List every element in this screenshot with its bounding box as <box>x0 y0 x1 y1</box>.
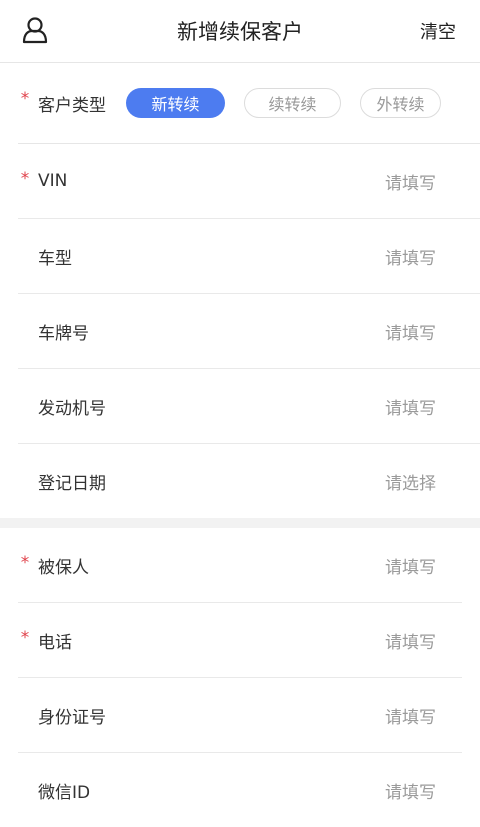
form-row-plate[interactable]: 车牌号 请填写 <box>18 294 480 369</box>
form-row-wechat[interactable]: 微信ID 请填写 <box>18 753 462 827</box>
user-icon[interactable] <box>22 16 48 44</box>
form-row-engine[interactable]: 发动机号 请填写 <box>18 369 480 444</box>
customer-type-row: * 客户类型 新转续 续转续 外转续 <box>0 62 480 143</box>
form-row-phone[interactable]: * 电话 请填写 <box>18 603 462 678</box>
customer-type-label: 客户类型 <box>38 95 106 116</box>
form-row-id-number[interactable]: 身份证号 请填写 <box>18 678 462 753</box>
required-mark: * <box>20 628 30 648</box>
form-row-register-date[interactable]: 登记日期 请选择 <box>18 444 480 518</box>
engine-input[interactable]: 请填写 <box>385 394 436 419</box>
model-input[interactable]: 请填写 <box>385 244 436 269</box>
insured-section: * 被保人 请填写 * 电话 请填写 身份证号 请填写 微信ID 请填写 <box>0 528 480 827</box>
insured-input[interactable]: 请填写 <box>385 553 436 578</box>
wechat-input[interactable]: 请填写 <box>385 778 436 803</box>
vin-input[interactable]: 请填写 <box>385 169 436 194</box>
field-label: 电话 <box>38 632 72 653</box>
register-date-picker[interactable]: 请选择 <box>385 469 436 494</box>
form-row-model[interactable]: 车型 请填写 <box>18 219 480 294</box>
field-label: 车牌号 <box>38 323 89 344</box>
field-label: 发动机号 <box>38 398 106 419</box>
required-mark: * <box>20 169 30 189</box>
field-label: 微信ID <box>38 782 91 803</box>
vehicle-section: * VIN 请填写 车型 请填写 车牌号 请填写 发动机号 请填写 登记日期 请… <box>18 143 480 518</box>
required-mark: * <box>20 89 30 109</box>
field-label: 身份证号 <box>38 707 106 728</box>
required-mark: * <box>20 553 30 573</box>
field-label: 车型 <box>38 248 72 269</box>
plate-input[interactable]: 请填写 <box>385 319 436 344</box>
clear-button[interactable]: 清空 <box>420 18 456 44</box>
section-divider <box>0 518 480 528</box>
chip-external-renewal[interactable]: 外转续 <box>360 88 441 118</box>
form-row-vin[interactable]: * VIN 请填写 <box>18 144 480 219</box>
chip-renewal-renewal[interactable]: 续转续 <box>244 88 341 118</box>
field-label: VIN <box>38 171 68 191</box>
phone-input[interactable]: 请填写 <box>385 628 436 653</box>
header-bar: 新增续保客户 清空 <box>0 0 480 62</box>
page-title: 新增续保客户 <box>177 20 303 44</box>
id-number-input[interactable]: 请填写 <box>385 703 436 728</box>
form-row-insured[interactable]: * 被保人 请填写 <box>18 528 462 603</box>
chip-new-renewal[interactable]: 新转续 <box>126 88 225 118</box>
field-label: 被保人 <box>38 557 89 578</box>
field-label: 登记日期 <box>38 473 106 494</box>
